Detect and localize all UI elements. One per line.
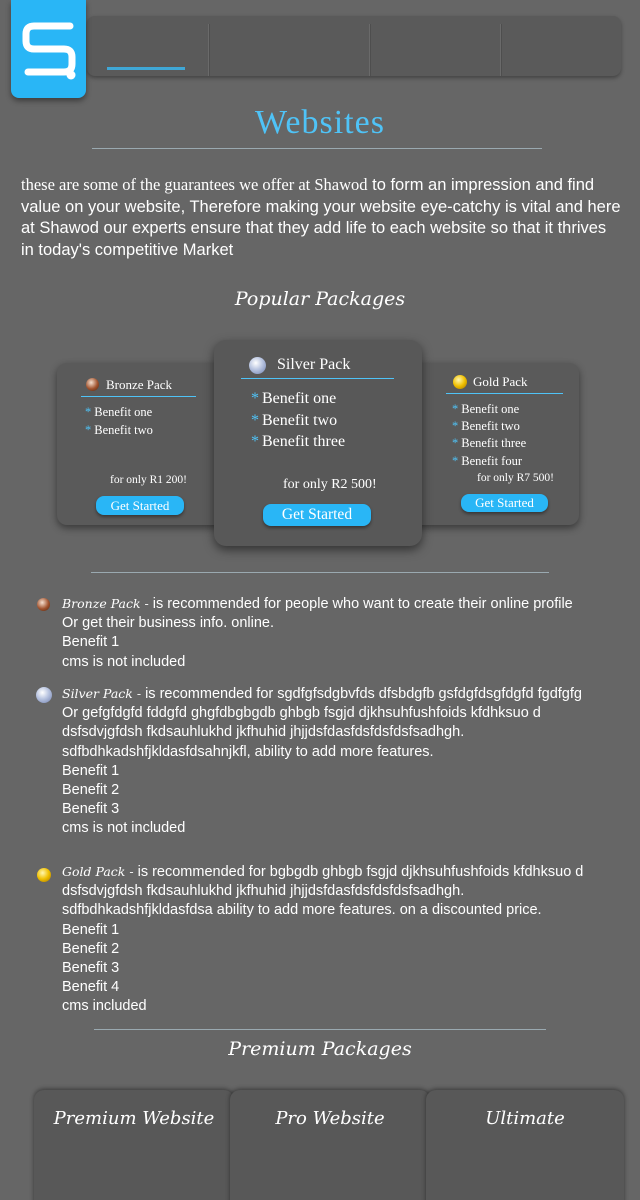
gold-ball-icon [37, 868, 51, 882]
bronze-desc-name: Bronze Pack - [62, 596, 149, 611]
nav-item-2[interactable] [211, 24, 369, 76]
silver-ball-icon [249, 357, 266, 374]
nav-item-3[interactable] [372, 24, 500, 76]
bronze-price: for only R1 200! [110, 474, 187, 486]
bronze-benefits-list: * Benefit one * Benefit two [85, 404, 153, 439]
nav-divider [369, 24, 371, 76]
gold-get-started-button[interactable]: Get Started [461, 494, 548, 512]
benefit-item: * Benefit one [452, 402, 520, 416]
shawod-logo[interactable] [11, 0, 86, 98]
bronze-get-started-button[interactable]: Get Started [96, 496, 184, 515]
popular-packages-heading: Popular Packages [234, 288, 406, 310]
title-divider [92, 148, 542, 149]
premium-tabs: Premium Website Pro Website Ultimate [34, 1090, 626, 1200]
tab-ultimate[interactable]: Ultimate [426, 1090, 624, 1200]
benefit-item: * Benefit two [251, 411, 338, 429]
silver-desc-name: Silver Pack - [62, 686, 142, 701]
bronze-underline [81, 396, 196, 397]
benefit-item: * Benefit one [251, 390, 337, 407]
premium-divider [94, 1029, 546, 1030]
packages-divider [91, 572, 549, 573]
benefit-item: * Benefit two [85, 422, 153, 437]
silver-price: for only R2 500! [283, 477, 377, 492]
silver-underline [241, 378, 394, 379]
tab-pro-website[interactable]: Pro Website [230, 1090, 430, 1200]
nav-item-4[interactable] [503, 24, 621, 76]
gold-ball-icon [453, 375, 467, 389]
tab-label: Pro Website [275, 1108, 385, 1129]
intro-paragraph: these are some of the guarantees we offe… [21, 174, 621, 261]
silver-pack-name: Silver Pack [277, 356, 351, 373]
tab-premium-website[interactable]: Premium Website [34, 1090, 234, 1200]
benefit-item: * Benefit one [85, 405, 153, 419]
silver-package-card: Silver Pack * Benefit one * Benefit two * B… [214, 340, 422, 546]
nav-divider [208, 24, 210, 76]
page-title: Websites [255, 104, 385, 141]
benefit-item: * Benefit three [251, 433, 346, 450]
tab-label: Premium Website [53, 1108, 215, 1129]
benefit-item: * Benefit two [452, 419, 520, 434]
bronze-pack-name: Bronze Pack [106, 377, 173, 392]
bronze-ball-icon [86, 378, 99, 391]
gold-description: Gold Pack - is recommended for bgbgdb gh… [62, 864, 584, 1015]
gold-price: for only R7 500! [477, 472, 554, 484]
intro-serif-text: these are some of the guarantees we offe… [21, 175, 368, 194]
silver-get-started-button[interactable]: Get Started [263, 504, 371, 526]
logo-s-icon [22, 22, 76, 80]
top-navigation [87, 16, 621, 76]
gold-benefits-list: * Benefit one * Benefit two * Benefit three… [452, 401, 526, 470]
gold-pack-name: Gold Pack [473, 374, 528, 389]
tab-label: Ultimate [485, 1108, 565, 1129]
benefit-item: * Benefit three [452, 436, 527, 451]
gold-desc-name: Gold Pack - [62, 864, 134, 879]
premium-packages-heading: Premium Packages [228, 1038, 412, 1060]
bronze-ball-icon [37, 598, 50, 611]
nav-active-indicator [107, 67, 185, 70]
bronze-description: Bronze Pack - is recommended for people … [62, 596, 573, 670]
gold-underline [446, 393, 563, 394]
silver-description: Silver Pack - is recommended for sgdfgfs… [62, 686, 582, 837]
nav-divider [500, 24, 502, 76]
benefit-item: * Benefit four [452, 453, 522, 468]
silver-ball-icon [36, 687, 52, 703]
silver-benefits-list: * Benefit one * Benefit two * Benefit three [251, 388, 345, 453]
